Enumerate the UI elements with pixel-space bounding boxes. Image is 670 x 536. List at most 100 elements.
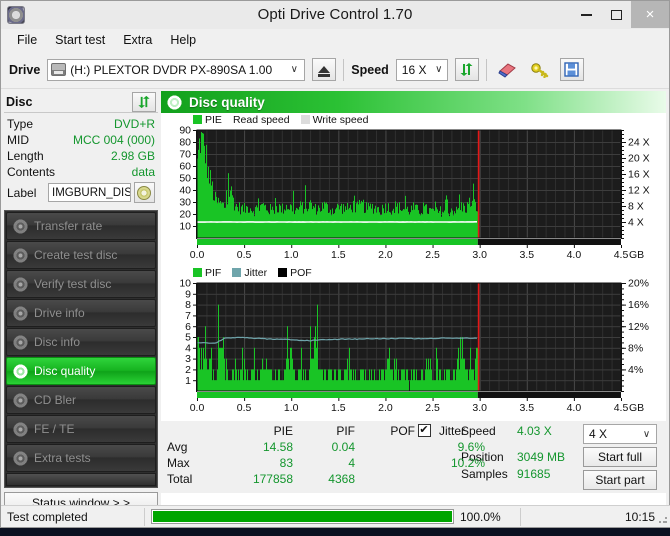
svg-text:12%: 12%	[628, 321, 649, 333]
menu-item-file[interactable]: File	[9, 31, 45, 49]
cd-icon	[137, 185, 152, 200]
svg-text:0.5: 0.5	[237, 249, 252, 261]
samples-readout-value: 91685	[517, 467, 551, 481]
legend-swatch-jitter	[232, 268, 242, 277]
svg-text:3: 3	[185, 353, 191, 365]
sidebar-item-label: FE / TE	[34, 422, 75, 436]
svg-text:8: 8	[185, 299, 191, 311]
application-window: Opti Drive Control 1.70 × File Start tes…	[0, 0, 670, 528]
disc-length-value: 2.98 GB	[110, 149, 155, 163]
test-control-buttons: 4 X ∨ Start full Start part	[583, 424, 657, 493]
jitter-checkbox[interactable]: ✔	[417, 424, 431, 437]
eject-button[interactable]	[312, 58, 337, 81]
svg-text:90: 90	[179, 126, 191, 137]
disc-icon	[13, 305, 28, 321]
results-total-spacer	[415, 472, 433, 486]
disc-info-row-contents: Contents data	[7, 164, 155, 180]
results-side-panel: Speed 4.03 X Position 3049 MB Samples 91…	[461, 421, 666, 493]
sidebar-item-cd-bler[interactable]: CD Bler	[6, 386, 156, 414]
disc-info-row-type: Type DVD+R	[7, 116, 155, 132]
svg-text:3.5: 3.5	[519, 402, 534, 414]
start-part-button[interactable]: Start part	[583, 470, 657, 490]
drive-select[interactable]: (H:) PLEXTOR DVDR PX-890SA 1.00 ∨	[47, 58, 306, 81]
disc-icon	[13, 247, 28, 263]
svg-text:0.0: 0.0	[190, 402, 205, 414]
pif-chart-legend: PIF Jitter POF	[161, 266, 666, 279]
menu-bar: File Start test Extra Help	[1, 29, 669, 51]
eject-icon	[318, 66, 331, 77]
drive-icon	[51, 63, 67, 76]
menu-item-start-test[interactable]: Start test	[47, 31, 113, 49]
disc-info-row-length: Length 2.98 GB	[7, 148, 155, 164]
menu-item-help[interactable]: Help	[162, 31, 204, 49]
svg-text:0.0: 0.0	[190, 249, 205, 261]
svg-text:10: 10	[179, 279, 191, 290]
start-full-button[interactable]: Start full	[583, 447, 657, 467]
legend-entry-pof: POF	[278, 267, 312, 279]
svg-text:60: 60	[179, 161, 191, 173]
sidebar-item-disc-info[interactable]: Disc info	[6, 328, 156, 356]
progress-percent-label: 100.0%	[460, 509, 501, 524]
svg-text:40: 40	[179, 185, 191, 197]
save-button[interactable]	[559, 58, 584, 81]
sidebar-item-verify-test-disc[interactable]: Verify test disc	[6, 270, 156, 298]
sidebar-item-label: Transfer rate	[34, 219, 103, 233]
refresh-button[interactable]	[454, 58, 479, 81]
pif-plot-svg[interactable]: 12345678910 4% 8% 12% 16% 20% 0.0 0.5 1.0 1.5 2.0 2…	[161, 279, 665, 419]
legend-label-pie: PIE	[205, 113, 222, 126]
disc-refresh-button[interactable]	[132, 91, 156, 112]
svg-text:3.0: 3.0	[472, 402, 487, 414]
results-max-pof	[355, 456, 415, 470]
legend-label-pof: POF	[290, 266, 312, 279]
sidebar-item-disc-quality[interactable]: Disc quality	[6, 357, 156, 385]
sidebar-item-transfer-rate[interactable]: Transfer rate	[6, 212, 156, 240]
svg-text:4: 4	[185, 342, 191, 354]
disc-label-button[interactable]	[133, 182, 155, 203]
pie-plot-wrapper[interactable]: 10 20 30 40 50 60 70 80 90 4 X 8 X 12 X 16 X 20 X 24 X…	[161, 126, 666, 264]
window-title: Opti Drive Control 1.70	[257, 6, 413, 23]
disc-length-label: Length	[7, 149, 44, 163]
status-divider-1	[144, 507, 145, 526]
sidebar-item-create-test-disc[interactable]: Create test disc	[6, 241, 156, 269]
eraser-button[interactable]	[494, 58, 520, 81]
panel-header: Disc quality	[161, 91, 666, 113]
sidebar-item-fe-te[interactable]: FE / TE	[6, 415, 156, 443]
legend-entry-read-speed: Read speed	[233, 114, 290, 126]
svg-text:20%: 20%	[628, 279, 649, 290]
svg-text:4.5: 4.5	[614, 249, 629, 261]
results-area: PIE PIF POF ✔ Jitter Avg 14.58 0.04 9.6%…	[161, 421, 666, 493]
pie-plot-svg[interactable]: 102030405060708090 4 X 8 X 12 X 16 X 20 X 24 X…	[161, 126, 665, 264]
svg-text:16%: 16%	[628, 299, 649, 311]
results-header-pof: POF	[390, 424, 415, 438]
legend-entry-write-speed: Write speed	[300, 114, 368, 126]
pif-plot-wrapper[interactable]: 1 2 3 4 5 6 7 8 9 10 4% 8% 12% 16% 20% 0.0 0.5 1.0 1.5 2.0 2…	[161, 279, 666, 419]
chevron-down-icon: ∨	[290, 64, 298, 75]
test-speed-select[interactable]: 4 X ∨	[583, 424, 657, 444]
svg-text:6: 6	[185, 321, 191, 333]
results-corner	[167, 424, 219, 438]
status-text: Test completed	[7, 509, 88, 524]
results-avg-pof	[355, 440, 415, 454]
disc-label-input[interactable]: IMGBURN_DIS	[48, 183, 131, 202]
results-header-jitter: Jitter	[439, 424, 466, 438]
sidebar-item-extra-tests[interactable]: Extra tests	[6, 444, 156, 472]
svg-text:1.5: 1.5	[331, 402, 346, 414]
speed-select[interactable]: 16 X ∨	[395, 58, 448, 81]
key-icon	[531, 62, 548, 78]
svg-text:3.5: 3.5	[519, 249, 534, 261]
disc-icon	[13, 334, 28, 350]
disc-type-value: DVD+R	[113, 117, 155, 131]
nav-filler	[6, 473, 156, 486]
position-readout-value: 3049 MB	[517, 450, 566, 464]
disc-icon	[13, 450, 28, 466]
drive-select-value: (H:) PLEXTOR DVDR PX-890SA 1.00	[70, 62, 273, 77]
resize-grip[interactable]	[658, 514, 668, 524]
menu-item-extra[interactable]: Extra	[115, 31, 160, 49]
svg-text:16 X: 16 X	[628, 169, 650, 181]
sidebar-item-drive-info[interactable]: Drive info	[6, 299, 156, 327]
sidebar-item-label: CD Bler	[34, 393, 77, 407]
svg-text:GB: GB	[629, 402, 644, 414]
key-button[interactable]	[527, 58, 553, 81]
svg-text:12 X: 12 X	[628, 185, 650, 197]
sidebar-item-label: Drive info	[34, 306, 85, 320]
